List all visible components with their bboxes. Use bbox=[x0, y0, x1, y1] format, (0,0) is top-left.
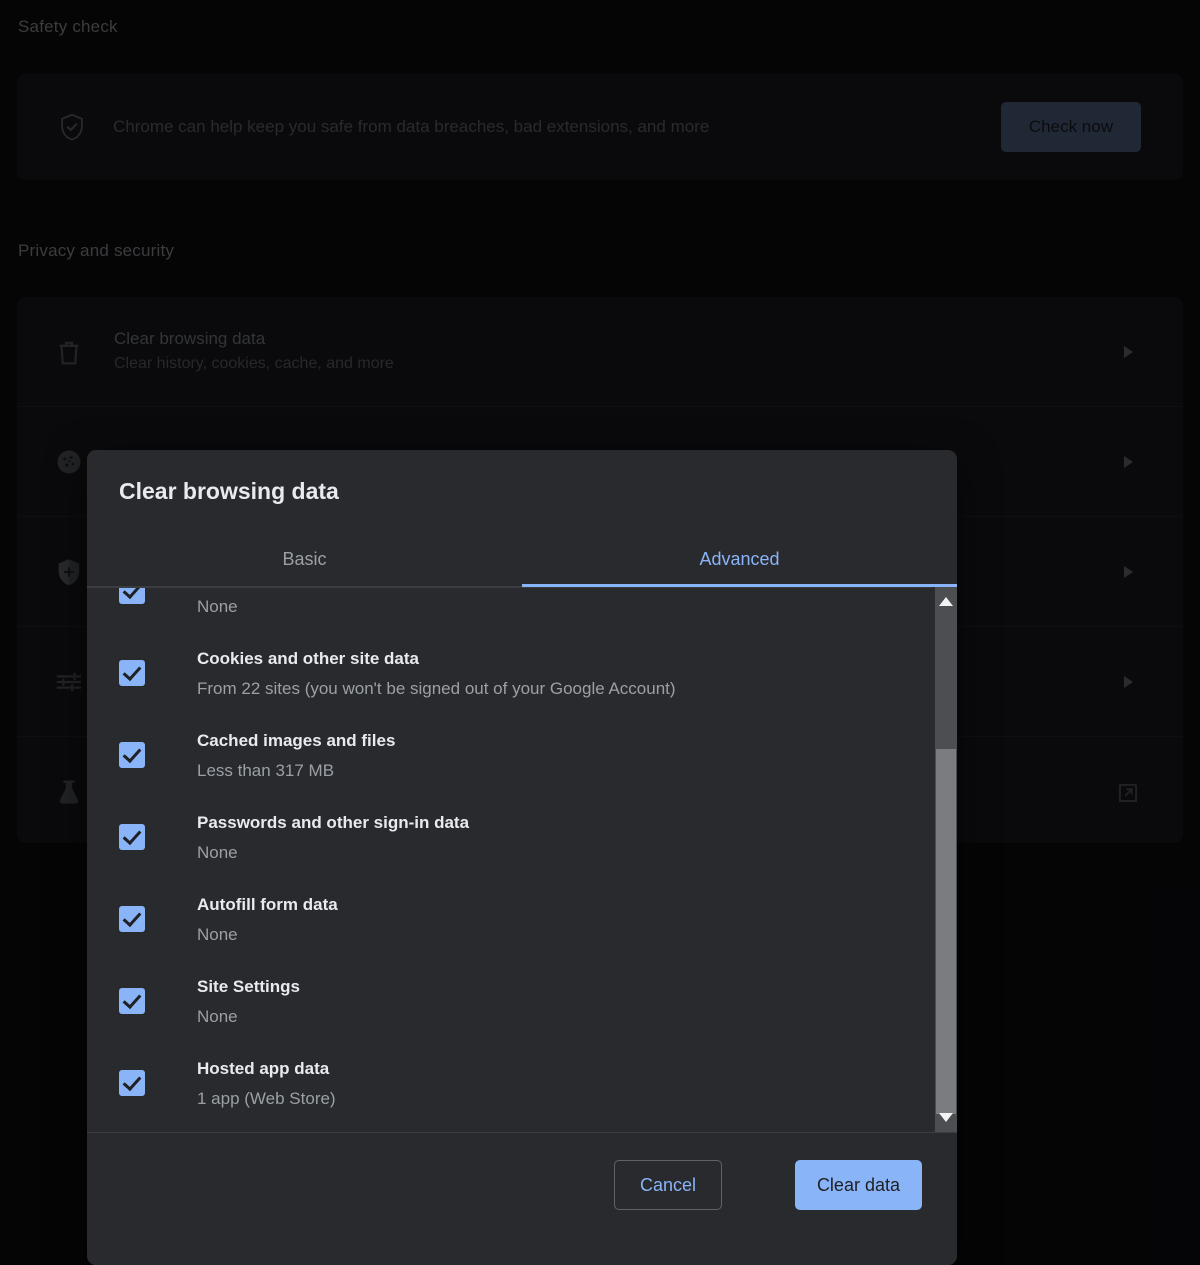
option-title: Hosted app data bbox=[197, 1059, 330, 1078]
option-title: Cookies and other site data bbox=[197, 649, 419, 668]
scrollbar-thumb[interactable] bbox=[936, 749, 956, 1114]
option-title: Download history bbox=[197, 588, 340, 590]
option-subtitle: None bbox=[197, 596, 238, 616]
option-cookies-and-other-site-data[interactable]: Cookies and other site data From 22 site… bbox=[87, 626, 935, 708]
checkbox-checked-icon[interactable] bbox=[119, 1070, 145, 1096]
option-hosted-app-data[interactable]: Hosted app data 1 app (Web Store) bbox=[87, 1036, 935, 1118]
clear-browsing-data-dialog: Clear browsing data Basic Advanced Downl… bbox=[87, 450, 957, 1265]
option-text: Passwords and other sign-in data None bbox=[197, 800, 469, 866]
option-passwords-and-other-sign-in-data[interactable]: Passwords and other sign-in data None bbox=[87, 790, 935, 872]
option-subtitle: None bbox=[197, 1006, 238, 1026]
dialog-tabs: Basic Advanced bbox=[87, 533, 957, 587]
option-autofill-form-data[interactable]: Autofill form data None bbox=[87, 872, 935, 954]
option-subtitle: 1 app (Web Store) bbox=[197, 1088, 336, 1108]
option-text: Download history None bbox=[197, 588, 340, 620]
option-text: Cookies and other site data From 22 site… bbox=[197, 636, 676, 702]
checkbox-checked-icon[interactable] bbox=[119, 660, 145, 686]
scroll-down-arrow-icon[interactable] bbox=[939, 1113, 953, 1122]
tab-advanced[interactable]: Advanced bbox=[522, 533, 957, 587]
option-subtitle: None bbox=[197, 842, 238, 862]
option-text: Site Settings None bbox=[197, 964, 300, 1030]
option-title: Site Settings bbox=[197, 977, 300, 996]
dialog-title: Clear browsing data bbox=[119, 478, 339, 504]
option-download-history[interactable]: Download history None bbox=[87, 588, 935, 626]
option-subtitle: Less than 317 MB bbox=[197, 760, 335, 780]
screen-root: Safety check Chrome can help keep you sa… bbox=[0, 0, 1200, 1265]
option-title: Autofill form data bbox=[197, 895, 338, 914]
checkbox-checked-icon[interactable] bbox=[119, 824, 145, 850]
clear-data-button[interactable]: Clear data bbox=[794, 1160, 922, 1210]
option-text: Autofill form data None bbox=[197, 882, 338, 948]
option-subtitle: From 22 sites (you won't be signed out o… bbox=[197, 678, 676, 698]
option-subtitle: None bbox=[197, 924, 238, 944]
checkbox-checked-icon[interactable] bbox=[119, 588, 145, 604]
option-text: Hosted app data 1 app (Web Store) bbox=[197, 1046, 336, 1112]
checkbox-checked-icon[interactable] bbox=[119, 906, 145, 932]
tab-basic[interactable]: Basic bbox=[87, 533, 522, 586]
option-site-settings[interactable]: Site Settings None bbox=[87, 954, 935, 1036]
dialog-options-scroll-area[interactable]: Download history None Cookies and other … bbox=[87, 587, 957, 1132]
dialog-options-list: Download history None Cookies and other … bbox=[87, 588, 935, 1118]
dialog-scrollbar[interactable] bbox=[932, 587, 957, 1132]
option-text: Cached images and files Less than 317 MB bbox=[197, 718, 395, 784]
checkbox-checked-icon[interactable] bbox=[119, 742, 145, 768]
option-title: Passwords and other sign-in data bbox=[197, 813, 470, 832]
checkbox-checked-icon[interactable] bbox=[119, 988, 145, 1014]
option-title: Cached images and files bbox=[197, 731, 396, 750]
scroll-up-arrow-icon[interactable] bbox=[939, 597, 953, 606]
dialog-footer: Cancel Clear data bbox=[87, 1132, 957, 1265]
option-cached-images-and-files[interactable]: Cached images and files Less than 317 MB bbox=[87, 708, 935, 790]
cancel-button[interactable]: Cancel bbox=[613, 1160, 722, 1210]
